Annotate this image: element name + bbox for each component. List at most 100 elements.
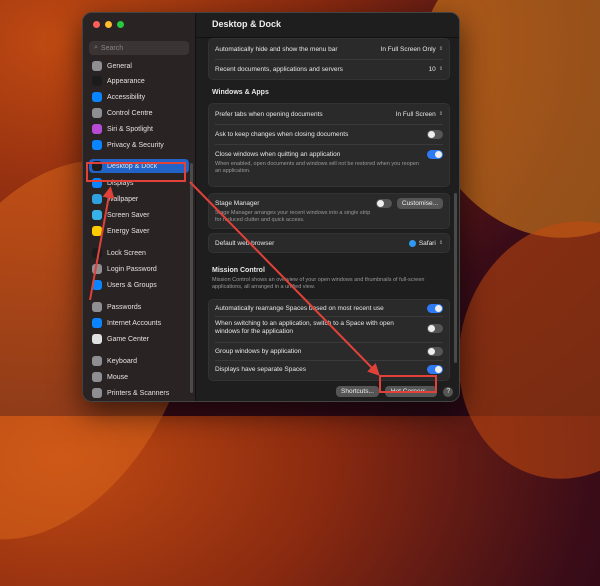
browser-group: Default web browser Safari ⇕ — [208, 233, 450, 253]
minimize-window-button[interactable] — [105, 21, 112, 28]
sidebar-item-printers-scanners[interactable]: Printers & Scanners — [89, 386, 189, 400]
prefer-tabs-popup[interactable]: In Full Screen ⇕ — [396, 111, 443, 118]
separate-spaces-toggle[interactable] — [427, 364, 443, 374]
key-icon — [92, 302, 102, 312]
sidebar-item-login-password[interactable]: Login Password — [89, 262, 189, 276]
ask-keep-row: Ask to keep changes when closing documen… — [215, 128, 443, 140]
users-icon — [92, 280, 102, 290]
separate-spaces-label: Displays have separate Spaces — [215, 365, 307, 373]
main-scrollbar[interactable] — [454, 193, 457, 363]
menu-bar-label: Automatically hide and show the menu bar — [215, 45, 338, 53]
safari-icon — [408, 239, 416, 247]
group-windows-toggle[interactable] — [427, 346, 443, 356]
keyboard-icon — [92, 356, 102, 366]
windows-apps-heading: Windows & Apps — [212, 89, 269, 96]
sidebar-item-screen-saver[interactable]: Screen Saver — [89, 208, 189, 222]
shortcuts-button[interactable]: Shortcuts... — [336, 386, 379, 397]
sidebar-item-general[interactable]: General — [89, 59, 189, 73]
menu-bar-group: Automatically hide and show the menu bar… — [208, 38, 450, 80]
zoom-window-button[interactable] — [117, 21, 124, 28]
stage-manager-toggle[interactable] — [375, 198, 392, 208]
sidebar-item-label: Privacy & Security — [107, 141, 164, 149]
customise-button[interactable]: Customise... — [396, 197, 443, 209]
sidebar-scrollbar[interactable] — [190, 163, 193, 393]
chevron-updown-icon: ⇕ — [438, 240, 443, 246]
sidebar-item-label: Appearance — [107, 77, 145, 85]
at-icon — [92, 318, 102, 328]
sidebar-item-passwords[interactable]: Passwords — [89, 300, 189, 314]
sidebar-item-game-center[interactable]: Game Center — [89, 332, 189, 346]
divider — [215, 124, 443, 125]
wallpaper-icon — [92, 194, 102, 204]
search-input[interactable]: ⌕ Search — [89, 41, 189, 55]
group-windows-label: Group windows by application — [215, 347, 302, 355]
control-centre-icon — [92, 108, 102, 118]
sidebar-item-mouse[interactable]: Mouse — [89, 370, 189, 384]
help-button[interactable]: ? — [443, 386, 454, 397]
sidebar-item-label: Energy Saver — [107, 227, 150, 235]
settings-window: ⌕ Search General Appearance Accessibility C… — [82, 12, 460, 402]
sidebar-item-appearance[interactable]: Appearance — [89, 74, 189, 88]
close-windows-toggle[interactable] — [427, 149, 443, 159]
chevron-updown-icon: ⇕ — [438, 46, 443, 52]
menu-bar-popup[interactable]: In Full Screen Only ⇕ — [381, 46, 443, 53]
stage-manager-description: Stage Manager arranges your recent windo… — [215, 210, 371, 223]
ask-keep-toggle[interactable] — [427, 129, 443, 139]
gear-icon — [92, 61, 102, 71]
window-controls — [93, 21, 124, 28]
highlight-desktop-dock — [86, 162, 186, 182]
accessibility-icon — [92, 92, 102, 102]
search-placeholder: Search — [100, 44, 124, 52]
sidebar-item-internet-accounts[interactable]: Internet Accounts — [89, 316, 189, 330]
switch-space-toggle[interactable] — [427, 323, 443, 333]
sidebar-item-label: Accessibility — [107, 93, 146, 101]
browser-popup[interactable]: Safari ⇕ — [408, 239, 443, 247]
recent-items-stepper[interactable]: 10 ⇕ — [429, 66, 443, 73]
sidebar-item-keyboard[interactable]: Keyboard — [89, 354, 189, 368]
sidebar-item-label: General — [107, 62, 132, 70]
rearrange-spaces-toggle[interactable] — [427, 303, 443, 313]
mouse-icon — [92, 372, 102, 382]
chevron-updown-icon: ⇕ — [438, 111, 443, 117]
sidebar-item-label: Game Center — [107, 335, 150, 343]
mission-control-description: Mission Control shows an overview of you… — [212, 277, 425, 290]
divider — [215, 342, 443, 343]
sidebar-item-control-centre[interactable]: Control Centre — [89, 106, 189, 120]
stage-manager-group: Stage Manager Customise... Stage Manager… — [208, 193, 450, 229]
sidebar-item-label: Printers & Scanners — [107, 389, 170, 397]
windows-apps-group: Prefer tabs when opening documents In Fu… — [208, 103, 450, 187]
sidebar-item-label: Login Password — [107, 265, 157, 273]
close-windows-row: Close windows when quitting an applicati… — [215, 148, 443, 160]
sidebar-item-accessibility[interactable]: Accessibility — [89, 90, 189, 104]
game-center-icon — [92, 334, 102, 344]
key-icon — [92, 264, 102, 274]
prefer-tabs-value: In Full Screen — [395, 110, 436, 118]
stage-manager-controls: Customise... — [375, 197, 443, 209]
sidebar-item-wallpaper[interactable]: Wallpaper — [89, 192, 189, 206]
siri-icon — [92, 124, 102, 134]
divider — [215, 360, 443, 361]
sidebar-item-users-groups[interactable]: Users & Groups — [89, 278, 189, 292]
sidebar-item-energy-saver[interactable]: Energy Saver — [89, 224, 189, 238]
sidebar: ⌕ Search General Appearance Accessibility C… — [83, 13, 196, 401]
close-window-button[interactable] — [93, 21, 100, 28]
sidebar-item-label: Users & Groups — [107, 281, 157, 289]
sidebar-item-label: Wallpaper — [107, 195, 139, 203]
sidebar-item-label: Keyboard — [107, 357, 137, 365]
prefer-tabs-label: Prefer tabs when opening documents — [215, 110, 323, 118]
close-windows-description: When enabled, open documents and windows… — [215, 161, 419, 174]
sidebar-item-privacy-security[interactable]: Privacy & Security — [89, 138, 189, 152]
sidebar-item-label: Control Centre — [107, 109, 153, 117]
sidebar-item-siri-spotlight[interactable]: Siri & Spotlight — [89, 122, 189, 136]
browser-label: Default web browser — [215, 239, 275, 247]
sidebar-item-label: Screen Saver — [107, 211, 150, 219]
battery-icon — [92, 226, 102, 236]
rearrange-spaces-row: Automatically rearrange Spaces based on … — [215, 302, 443, 314]
printer-icon — [92, 388, 102, 398]
divider — [215, 316, 443, 317]
recent-items-label: Recent documents, applications and serve… — [215, 65, 343, 73]
close-windows-label: Close windows when quitting an applicati… — [215, 150, 341, 158]
menu-bar-value: In Full Screen Only — [380, 45, 436, 53]
lock-icon — [92, 248, 102, 258]
sidebar-item-lock-screen[interactable]: Lock Screen — [89, 246, 189, 260]
